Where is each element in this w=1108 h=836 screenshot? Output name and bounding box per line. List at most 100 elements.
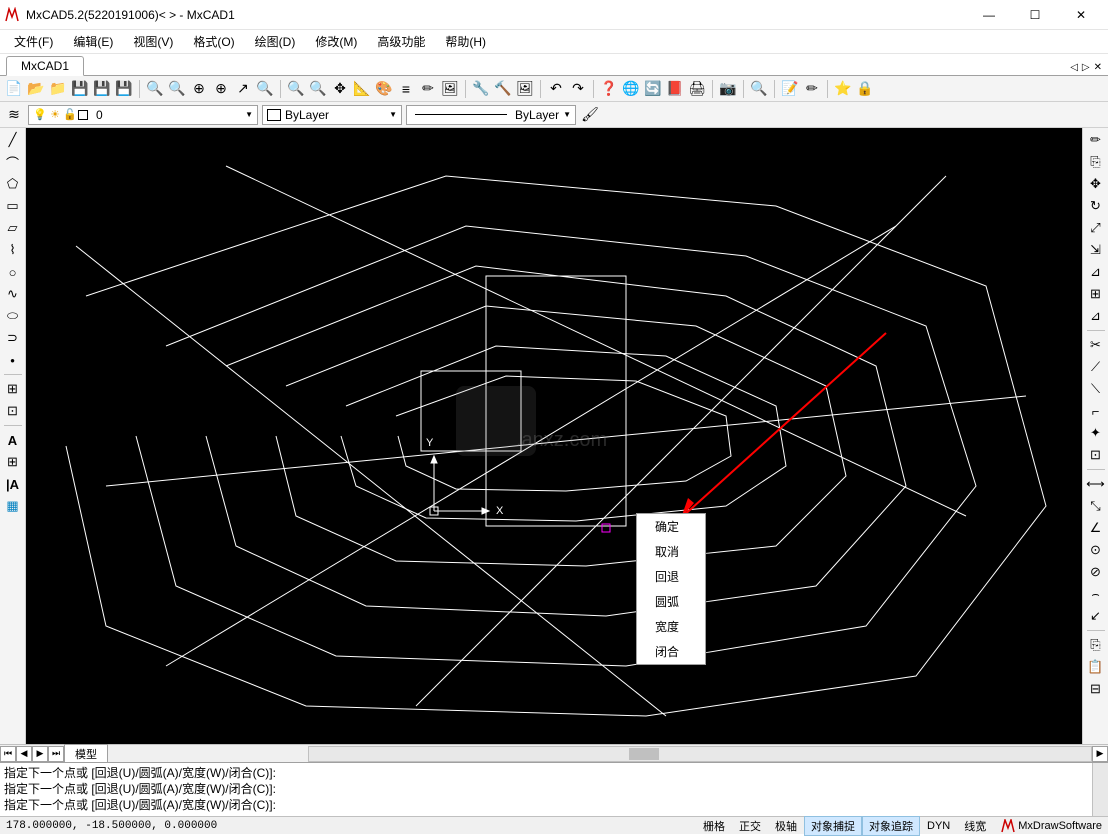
menu-view[interactable]: 视图(V) (123, 31, 183, 52)
hatch-tool[interactable]: ▦ (3, 496, 23, 516)
save-icon[interactable]: 💾 (70, 79, 90, 99)
layer-del-tool[interactable]: ⊟ (1086, 679, 1106, 699)
hscrollbar[interactable] (308, 746, 1092, 762)
mtext-tool[interactable]: |A (3, 474, 23, 494)
status-lwt[interactable]: 线宽 (957, 816, 993, 836)
drawing-canvas[interactable]: X Y .anxz.com 确定 取消 回退 圆弧 (26, 128, 1082, 744)
status-osnap[interactable]: 对象捕捉 (804, 816, 862, 836)
tab-last-icon[interactable]: ⏭ (48, 746, 64, 762)
status-dyn[interactable]: DYN (920, 818, 957, 834)
ctx-cancel[interactable]: 取消 (637, 539, 705, 564)
fillet-tool[interactable]: ⌐ (1086, 401, 1106, 421)
offset-tool[interactable]: ⊿ (1086, 306, 1106, 326)
web-icon[interactable]: 🌐 (621, 79, 641, 99)
maximize-button[interactable]: ☐ (1012, 1, 1058, 29)
camera-icon[interactable]: 📷 (718, 79, 738, 99)
rotate-tool[interactable]: ↻ (1086, 196, 1106, 216)
trim-tool[interactable]: ✂ (1086, 335, 1106, 355)
mirror-tool[interactable]: ⊿ (1086, 262, 1106, 282)
ctx-ok[interactable]: 确定 (637, 514, 705, 539)
move-tool[interactable]: ✥ (1086, 174, 1106, 194)
edit-icon[interactable]: ✏ (802, 79, 822, 99)
status-ortho[interactable]: 正交 (732, 816, 768, 836)
text-tool[interactable]: A (3, 430, 23, 450)
note-icon[interactable]: 📝 (780, 79, 800, 99)
pdf-icon[interactable]: 📕 (665, 79, 685, 99)
dim-angle-tool[interactable]: ∠ (1086, 518, 1106, 538)
image-icon[interactable]: 🖼 (440, 79, 460, 99)
zoom2-icon[interactable]: 🔍 (286, 79, 306, 99)
tab-prev-icon[interactable]: ◀ (16, 746, 32, 762)
layer-mgr-icon[interactable]: ≋ (4, 105, 24, 125)
linetype-combo[interactable]: ByLayer ▼ (406, 105, 576, 125)
highlight-icon[interactable]: ✏ (418, 79, 438, 99)
new-icon[interactable]: 📄 (4, 79, 24, 99)
command-area[interactable]: 指定下一个点或 [回退(U)/圆弧(A)/宽度(W)/闭合(C)]: 指定下一个… (0, 762, 1108, 816)
tab-prev-icon[interactable]: ◁ (1070, 62, 1078, 73)
measure-icon[interactable]: 📐 (352, 79, 372, 99)
hscroll-right-icon[interactable]: ▶ (1092, 746, 1108, 762)
layer-combo[interactable]: 💡 ☀ 🔓 0 ▼ (28, 105, 258, 125)
grip-handle[interactable] (602, 524, 610, 532)
table-tool[interactable]: ⊞ (3, 452, 23, 472)
find-icon[interactable]: 🔍 (749, 79, 769, 99)
ctx-close[interactable]: 闭合 (637, 639, 705, 664)
document-tab[interactable]: MxCAD1 (6, 56, 84, 76)
tab-next-icon[interactable]: ▶ (32, 746, 48, 762)
polygon-tool[interactable]: ⬠ (3, 174, 23, 194)
refresh-icon[interactable]: 🔄 (643, 79, 663, 99)
help-icon[interactable]: ❓ (599, 79, 619, 99)
break-tool[interactable]: ⟍ (1086, 379, 1106, 399)
status-polar[interactable]: 极轴 (768, 816, 804, 836)
point-tool[interactable]: • (3, 350, 23, 370)
dim-arc-tool[interactable]: ⌢ (1086, 584, 1106, 604)
menu-modify[interactable]: 修改(M) (305, 31, 367, 52)
tool2-icon[interactable]: 🔨 (493, 79, 513, 99)
menu-draw[interactable]: 绘图(D) (245, 31, 306, 52)
undo-icon[interactable]: ↶ (546, 79, 566, 99)
explode-tool[interactable]: ⊡ (1086, 445, 1106, 465)
array-tool[interactable]: ⊞ (1086, 284, 1106, 304)
insert-tool[interactable]: ⊡ (3, 401, 23, 421)
ctx-arc[interactable]: 圆弧 (637, 589, 705, 614)
extend-tool[interactable]: ⟋ (1086, 357, 1106, 377)
brush-icon[interactable]: 🖌 (580, 105, 600, 125)
chamfer-tool[interactable]: ✦ (1086, 423, 1106, 443)
tool1-icon[interactable]: 🔧 (471, 79, 491, 99)
print-icon[interactable]: 🖨 (687, 79, 707, 99)
ellipse-tool[interactable]: ⬭ (3, 306, 23, 326)
menu-help[interactable]: 帮助(H) (435, 31, 496, 52)
line-tool[interactable]: ╱ (3, 130, 23, 150)
stretch-tool[interactable]: ⇲ (1086, 240, 1106, 260)
erase-tool[interactable]: ✏ (1086, 130, 1106, 150)
arc-tool[interactable]: ⌒ (3, 152, 23, 172)
dim-linear-tool[interactable]: ⟷ (1086, 474, 1106, 494)
menu-edit[interactable]: 编辑(E) (63, 31, 123, 52)
scale-tool[interactable]: ⤢ (1086, 218, 1106, 238)
palette-icon[interactable]: 🎨 (374, 79, 394, 99)
nav-icon[interactable]: ↗ (233, 79, 253, 99)
leader-tool[interactable]: ↙ (1086, 606, 1106, 626)
circle-tool[interactable]: ○ (3, 262, 23, 282)
tool3-icon[interactable]: 🖼 (515, 79, 535, 99)
model-tab[interactable]: 模型 (64, 744, 108, 764)
redo-icon[interactable]: ↷ (568, 79, 588, 99)
ctx-undo[interactable]: 回退 (637, 564, 705, 589)
color-combo[interactable]: ByLayer ▼ (262, 105, 402, 125)
open-icon[interactable]: 📂 (26, 79, 46, 99)
status-otrack[interactable]: 对象追踪 (862, 816, 920, 836)
zoom-window-icon[interactable]: ⊕ (189, 79, 209, 99)
minimize-button[interactable]: — (966, 1, 1012, 29)
dim-diameter-tool[interactable]: ⊘ (1086, 562, 1106, 582)
zoom3-icon[interactable]: 🔍 (308, 79, 328, 99)
folder-icon[interactable]: 📁 (48, 79, 68, 99)
tab-close-icon[interactable]: ✕ (1094, 62, 1102, 73)
saveas-icon[interactable]: 💾 (92, 79, 112, 99)
ctx-width[interactable]: 宽度 (637, 614, 705, 639)
menu-advanced[interactable]: 高级功能 (367, 31, 435, 52)
curve-tool[interactable]: ⌇ (3, 240, 23, 260)
menu-format[interactable]: 格式(O) (183, 31, 244, 52)
layer-copy-tool[interactable]: ⎘ (1086, 635, 1106, 655)
zoom-icon[interactable]: 🔍 (145, 79, 165, 99)
tab-next-icon[interactable]: ▷ (1082, 62, 1090, 73)
